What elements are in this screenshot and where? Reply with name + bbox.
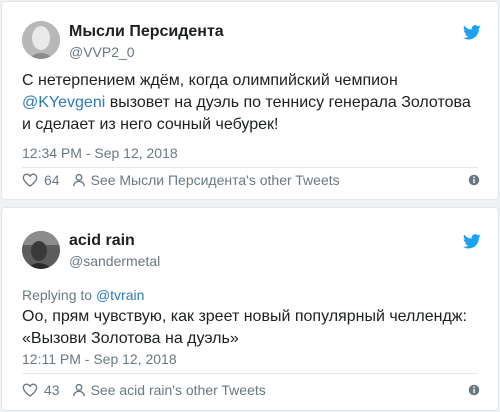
timestamp[interactable]: 12:11 PM - Sep 12, 2018 bbox=[22, 351, 177, 367]
avatar[interactable] bbox=[22, 231, 60, 269]
person-icon[interactable] bbox=[72, 173, 86, 187]
like-count[interactable]: 43 bbox=[44, 382, 60, 398]
divider bbox=[22, 373, 478, 374]
tweet-card: acid rain @sandermetal Replying to @tvra… bbox=[1, 207, 499, 411]
avatar[interactable] bbox=[22, 21, 60, 59]
replying-to-handle[interactable]: @tvrain bbox=[96, 287, 144, 303]
user-handle[interactable]: @VVP2_0 bbox=[69, 44, 135, 60]
tweet-actions: 64 See Мысли Персидента's other Tweets bbox=[22, 170, 481, 190]
twitter-bird-icon[interactable] bbox=[463, 25, 481, 40]
display-name[interactable]: Мысли Персидента bbox=[69, 23, 224, 41]
divider bbox=[22, 167, 478, 168]
tweet-text: Оо, прям чувствую, как зреет новый попул… bbox=[22, 308, 467, 347]
heart-icon[interactable] bbox=[22, 383, 38, 397]
info-icon[interactable] bbox=[467, 173, 481, 187]
tweet-text: С нетерпением ждём, когда олимпийский че… bbox=[22, 72, 471, 133]
twitter-bird-icon[interactable] bbox=[463, 234, 481, 249]
user-handle[interactable]: @sandermetal bbox=[69, 253, 160, 269]
info-icon[interactable] bbox=[467, 383, 481, 397]
timestamp[interactable]: 12:34 PM - Sep 12, 2018 bbox=[22, 145, 178, 161]
mention-link[interactable]: @KYevgeni bbox=[22, 94, 105, 111]
like-count[interactable]: 64 bbox=[44, 172, 60, 188]
replying-to: Replying to @tvrain bbox=[22, 287, 145, 303]
heart-icon[interactable] bbox=[22, 173, 38, 187]
display-name[interactable]: acid rain bbox=[69, 232, 135, 250]
tweet-card: Мысли Персидента @VVP2_0 С нетерпением ж… bbox=[1, 1, 499, 200]
other-tweets-link[interactable]: See Мысли Персидента's other Tweets bbox=[91, 172, 340, 188]
person-icon[interactable] bbox=[72, 383, 86, 397]
tweet-actions: 43 See acid rain's other Tweets bbox=[22, 380, 481, 400]
other-tweets-link[interactable]: See acid rain's other Tweets bbox=[91, 382, 266, 398]
